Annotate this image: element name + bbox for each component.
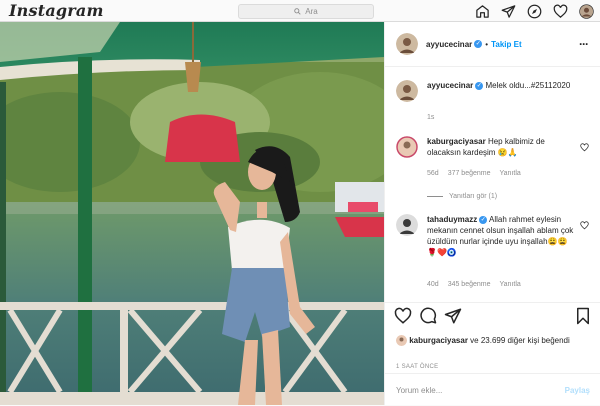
- comments-list: ayyucecinar ✓ Melek oldu...#25112020 1s k…: [385, 68, 600, 316]
- comment-username[interactable]: tahaduymazz: [427, 215, 477, 224]
- share-icon[interactable]: [444, 307, 462, 325]
- likes-rest[interactable]: ve 23.699 diğer kişi beğendi: [468, 336, 570, 345]
- view-replies-button[interactable]: Yanıtları gör (1): [427, 193, 497, 200]
- search-box[interactable]: Ara: [238, 4, 374, 19]
- post-header: ayyucecinar ✓ • Takip Et ···: [385, 22, 600, 67]
- likes-summary: kaburgaciyasar ve 23.699 diğer kişi beğe…: [396, 335, 596, 347]
- photo-scene: [0, 22, 384, 405]
- liker-username[interactable]: kaburgaciyasar: [409, 336, 468, 345]
- liker-avatar[interactable]: [396, 335, 407, 347]
- post-timestamp: 1 SAAT ÖNCE: [396, 364, 439, 370]
- search-placeholder: Ara: [305, 7, 318, 16]
- explore-icon[interactable]: [526, 3, 542, 19]
- profile-avatar[interactable]: [578, 3, 594, 19]
- comment-text-block: tahaduymazz ✓ Allah rahmet eylesin mekanı…: [427, 214, 577, 258]
- more-options-icon[interactable]: ···: [579, 37, 589, 51]
- comment-input[interactable]: [396, 385, 546, 395]
- verified-badge-icon: ✓: [474, 40, 483, 48]
- reply-button[interactable]: Yanıtla: [500, 281, 521, 288]
- author-avatar[interactable]: [396, 33, 418, 55]
- follow-button[interactable]: Takip Et: [491, 40, 522, 49]
- comment-avatar[interactable]: [396, 214, 418, 236]
- header-dot: •: [485, 39, 489, 49]
- home-icon[interactable]: [474, 3, 490, 19]
- instagram-logo[interactable]: Instagram: [9, 1, 104, 20]
- post-detail-panel: ayyucecinar ✓ • Takip Et ··· ayyucecinar…: [384, 22, 600, 405]
- save-bookmark-icon[interactable]: [574, 307, 592, 325]
- replies-line: [427, 196, 443, 197]
- nav-icons: [474, 3, 594, 19]
- post-actions: kaburgaciyasar ve 23.699 diğer kişi beğe…: [385, 302, 600, 405]
- comment-like-heart-icon[interactable]: [580, 143, 589, 152]
- comment-like-heart-icon[interactable]: [580, 221, 589, 230]
- caption-username[interactable]: ayyucecinar: [427, 81, 473, 90]
- comment-text-block: kaburgaciyasar Hep kalbimiz de olacaksın…: [427, 136, 577, 158]
- comment-meta: 56d 377 beğenme Yanıtla: [427, 170, 521, 177]
- like-heart-icon[interactable]: [394, 307, 412, 325]
- comment-bubble-icon[interactable]: [419, 307, 437, 325]
- comment-likes[interactable]: 345 beğenme: [448, 281, 491, 288]
- comment-likes[interactable]: 377 beğenme: [448, 170, 491, 177]
- comment-username[interactable]: kaburgaciyasar: [427, 137, 486, 146]
- caption-age: 1s: [427, 114, 435, 121]
- comment-avatar[interactable]: [396, 136, 418, 158]
- verified-badge-icon: ✓: [479, 215, 488, 224]
- activity-heart-icon[interactable]: [552, 3, 568, 19]
- caption-text: Melek oldu...#25112020: [485, 81, 571, 90]
- comment-meta: 40d 345 beğenme Yanıtla: [427, 281, 521, 288]
- reply-button[interactable]: Yanıtla: [500, 170, 521, 177]
- author-username[interactable]: ayyucecinar: [426, 40, 472, 49]
- top-navigation-bar: Instagram Ara: [0, 0, 600, 22]
- comment-age: 40d: [427, 281, 439, 288]
- post-photo[interactable]: [0, 22, 384, 405]
- caption-avatar[interactable]: [396, 80, 418, 102]
- view-replies-label: Yanıtları gör (1): [449, 193, 498, 200]
- caption-meta: 1s: [427, 114, 434, 121]
- search-icon: [294, 8, 301, 15]
- comment-age: 56d: [427, 170, 439, 177]
- add-comment-bar: Paylaş: [385, 373, 600, 406]
- post-comment-button[interactable]: Paylaş: [565, 386, 590, 395]
- direct-icon[interactable]: [500, 3, 516, 19]
- verified-badge-icon: ✓: [475, 81, 484, 90]
- caption-text-block: ayyucecinar ✓ Melek oldu...#25112020: [427, 80, 577, 91]
